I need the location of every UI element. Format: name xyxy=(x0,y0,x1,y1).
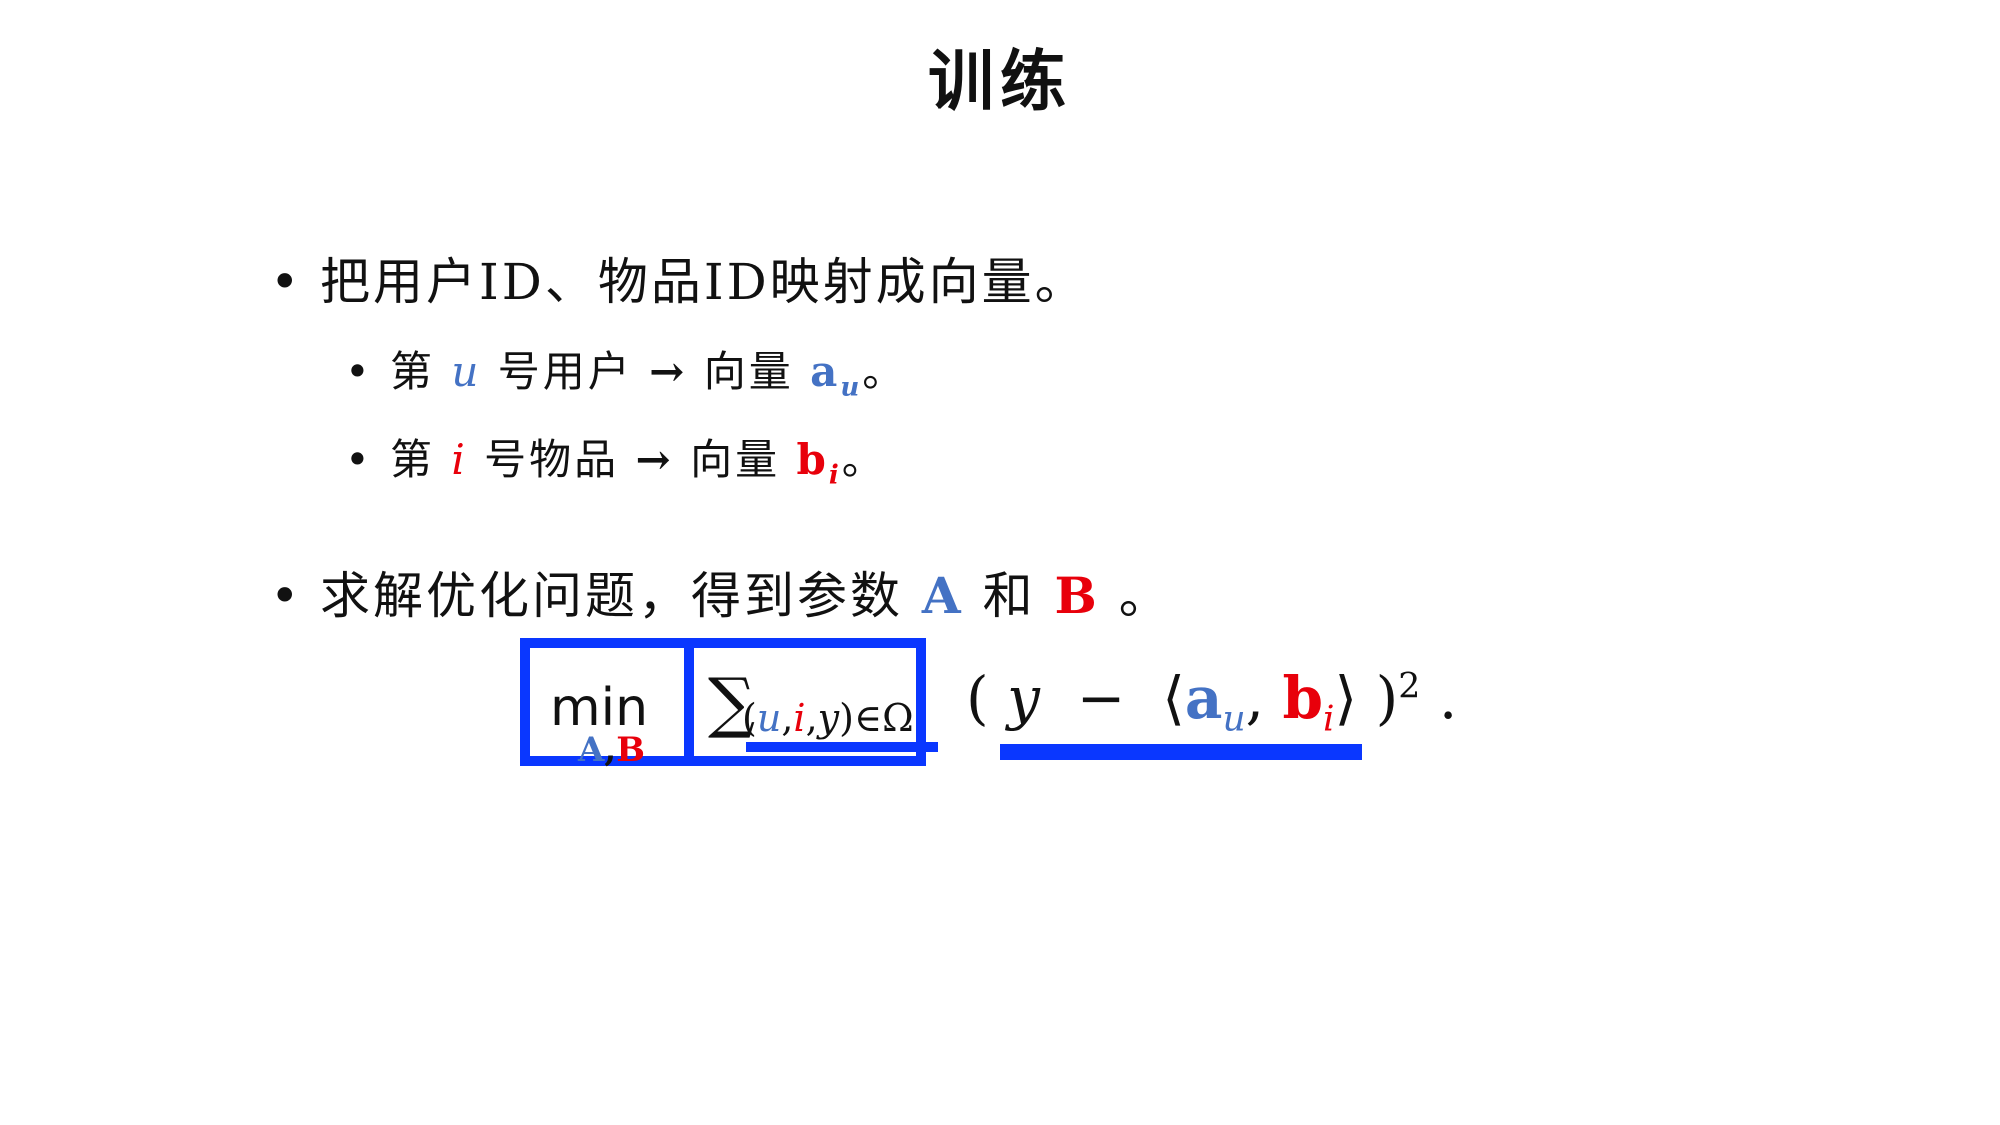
bullet-marker: • xyxy=(345,435,373,484)
bullet-marker: • xyxy=(270,567,303,625)
highlight-box-divider xyxy=(684,648,694,756)
param-A: A xyxy=(921,566,964,625)
sum-subscript: (u,i,y)∈Ω xyxy=(742,696,914,740)
bullet-marker: • xyxy=(345,347,373,396)
slide-title: 训练 xyxy=(928,43,1072,120)
param-B: B xyxy=(1054,566,1100,625)
vector-b-i: bi xyxy=(1282,664,1335,740)
error-term-underline xyxy=(1000,744,1362,760)
squared-error-term: ( y − ⟨au, bi⟩ )2 . xyxy=(966,664,1458,740)
arrow-icon: → xyxy=(649,347,688,396)
user-vector-a: au xyxy=(810,347,863,403)
min-operator: min xyxy=(550,678,649,738)
item-index-var: i xyxy=(451,435,468,484)
user-index-var: u xyxy=(451,347,482,396)
item-vector-b: bi xyxy=(796,435,842,491)
arrow-icon: → xyxy=(635,435,674,484)
rating-y: y xyxy=(1007,664,1040,732)
bullet-text: 把用户ID、物品ID映射成向量。 xyxy=(320,253,1088,311)
optimization-formula: min A,B ∑ (u,i,y)∈Ω ( y − ⟨au, bi⟩ )2 . xyxy=(520,638,1480,770)
sum-subscript-underline xyxy=(746,742,938,752)
bullet-map-ids: • 把用户ID、物品ID映射成向量。 xyxy=(270,242,1088,314)
bullet-marker: • xyxy=(270,253,303,311)
bullet-optimization: • 求解优化问题，得到参数 A 和 B 。 xyxy=(270,566,1172,625)
bullet-item-vector: • 第 i 号物品 → 向量 bi。 xyxy=(345,435,887,491)
bullet-user-vector: • 第 u 号用户 → 向量 au。 xyxy=(345,347,908,403)
vector-a-u: au xyxy=(1184,664,1246,740)
min-subscript: A,B xyxy=(578,730,645,770)
